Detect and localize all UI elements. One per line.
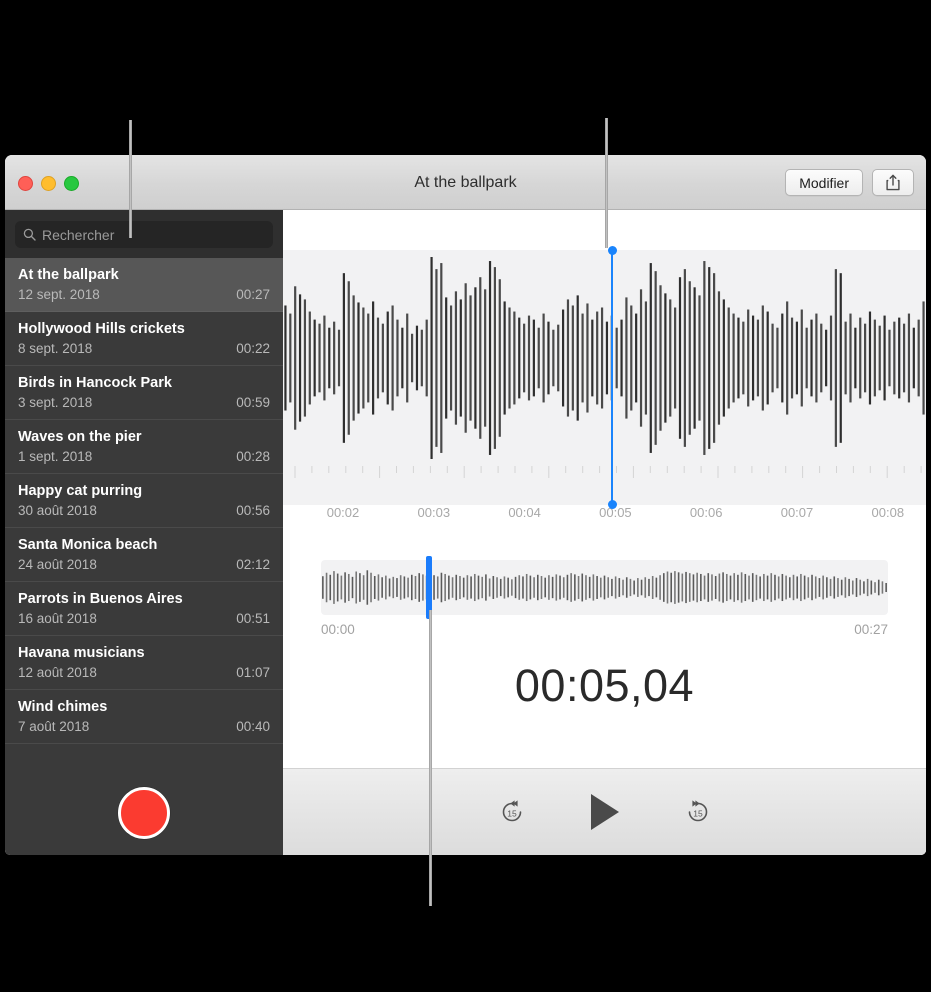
ruler-label: 00:07 — [780, 505, 814, 520]
memo-meta: 30 août 2018 00:56 — [18, 503, 270, 519]
waveform-ruler-ticks — [294, 466, 922, 478]
memo-meta: 12 sept. 2018 00:27 — [18, 287, 270, 303]
svg-text:15: 15 — [693, 808, 703, 818]
share-button[interactable] — [872, 169, 914, 196]
edit-button[interactable]: Modifier — [785, 169, 863, 196]
memo-title: Santa Monica beach — [18, 537, 158, 553]
memo-duration: 01:07 — [236, 665, 270, 680]
memo-date: 30 août 2018 — [18, 503, 97, 518]
playhead[interactable] — [607, 246, 617, 509]
memo-list-item[interactable]: Happy cat purring 30 août 2018 00:56 — [5, 474, 283, 528]
memo-list-item[interactable]: Havana musicians 12 août 2018 01:07 — [5, 636, 283, 690]
memo-duration: 00:28 — [236, 449, 270, 464]
transport-bar: 15 15 — [283, 768, 926, 855]
memo-list: At the ballpark 12 sept. 2018 00:27 Hollywo… — [5, 258, 283, 744]
toolbar-actions: Modifier — [785, 169, 914, 196]
memo-duration: 00:40 — [236, 719, 270, 734]
memo-duration: 00:22 — [236, 341, 270, 356]
ruler-label: 00:03 — [417, 505, 451, 520]
skip-back-15-button[interactable]: 15 — [497, 797, 527, 827]
memo-title: Happy cat purring — [18, 483, 143, 499]
memo-list-item[interactable]: Wind chimes 7 août 2018 00:40 — [5, 690, 283, 744]
search-input[interactable]: Rechercher — [15, 221, 273, 248]
memo-meta: 24 août 2018 02:12 — [18, 557, 270, 573]
memo-meta: 3 sept. 2018 00:59 — [18, 395, 270, 411]
voice-memos-window: At the ballpark Modifier Rechercher At t… — [5, 155, 926, 855]
skip-forward-15-button[interactable]: 15 — [683, 797, 713, 827]
scrubber-start-time: 00:00 — [321, 622, 355, 637]
svg-text:15: 15 — [507, 808, 517, 818]
search-container: Rechercher — [5, 210, 283, 258]
memo-meta: 16 août 2018 00:51 — [18, 611, 270, 627]
memo-list-item[interactable]: Santa Monica beach 24 août 2018 02:12 — [5, 528, 283, 582]
memo-date: 3 sept. 2018 — [18, 395, 93, 410]
memo-title: Hollywood Hills crickets — [18, 321, 185, 337]
ruler-labels: 00:02 00:03 00:04 00:05 00:06 00:07 00:08 — [283, 505, 926, 525]
memo-date: 24 août 2018 — [18, 557, 97, 572]
memo-date: 7 août 2018 — [18, 719, 90, 734]
memo-list-item[interactable]: Parrots in Buenos Aires 16 août 2018 00:51 — [5, 582, 283, 636]
skip-back-15-icon: 15 — [502, 800, 521, 822]
play-button[interactable] — [585, 790, 625, 834]
memo-list-item[interactable]: Waves on the pier 1 sept. 2018 00:28 — [5, 420, 283, 474]
window-titlebar: At the ballpark Modifier — [5, 155, 926, 210]
scrubber-times: 00:00 00:27 — [321, 622, 888, 637]
callout-line-search — [129, 120, 132, 238]
search-icon — [23, 228, 36, 241]
memo-date: 16 août 2018 — [18, 611, 97, 626]
ruler-label: 00:08 — [871, 505, 905, 520]
ruler-label: 00:04 — [508, 505, 541, 520]
record-area — [5, 770, 283, 855]
memo-meta: 12 août 2018 01:07 — [18, 665, 270, 681]
memo-title: Wind chimes — [18, 699, 108, 715]
memo-date: 12 sept. 2018 — [18, 287, 100, 302]
memo-list-item[interactable]: Birds in Hancock Park 3 sept. 2018 00:59 — [5, 366, 283, 420]
memo-duration: 00:56 — [236, 503, 270, 518]
record-button[interactable] — [118, 786, 170, 839]
scrubber-track[interactable] — [321, 560, 888, 615]
memo-duration: 02:12 — [236, 557, 270, 572]
waveform-detail — [284, 257, 925, 459]
scrubber-end-time: 00:27 — [854, 622, 888, 637]
memo-list-item[interactable]: Hollywood Hills crickets 8 sept. 2018 00:2… — [5, 312, 283, 366]
memo-duration: 00:27 — [236, 287, 270, 302]
ruler-label: 00:02 — [326, 505, 360, 520]
memo-list-item[interactable]: At the ballpark 12 sept. 2018 00:27 — [5, 258, 283, 312]
current-timecode: 00:05,04 — [514, 660, 695, 711]
sidebar: Rechercher At the ballpark 12 sept. 2018 0… — [5, 210, 283, 855]
memo-meta: 7 août 2018 00:40 — [18, 719, 270, 735]
memo-date: 8 sept. 2018 — [18, 341, 93, 356]
ruler-label: 00:06 — [689, 505, 723, 520]
callout-line-playhead — [605, 118, 608, 248]
memo-duration: 00:51 — [236, 611, 270, 626]
share-icon — [886, 174, 900, 190]
memo-meta: 8 sept. 2018 00:22 — [18, 341, 270, 357]
memo-duration: 00:59 — [236, 395, 270, 410]
memo-title: Birds in Hancock Park — [18, 375, 172, 391]
memo-title: At the ballpark — [18, 267, 119, 283]
memo-title: Havana musicians — [18, 645, 145, 661]
search-placeholder: Rechercher — [42, 226, 115, 243]
waveform-panel[interactable] — [283, 250, 926, 505]
waveform-overview — [322, 570, 887, 605]
callout-line-scrubber — [429, 610, 432, 906]
skip-forward-15-icon: 15 — [688, 800, 707, 822]
detail-pane: 00:02 00:03 00:04 00:05 00:06 00:07 00:08 00:0… — [283, 210, 926, 855]
memo-date: 12 août 2018 — [18, 665, 97, 680]
memo-meta: 1 sept. 2018 00:28 — [18, 449, 270, 465]
play-icon — [590, 794, 619, 830]
memo-title: Waves on the pier — [18, 429, 142, 445]
scrubber[interactable] — [321, 556, 888, 619]
memo-title: Parrots in Buenos Aires — [18, 591, 183, 607]
memo-date: 1 sept. 2018 — [18, 449, 93, 464]
